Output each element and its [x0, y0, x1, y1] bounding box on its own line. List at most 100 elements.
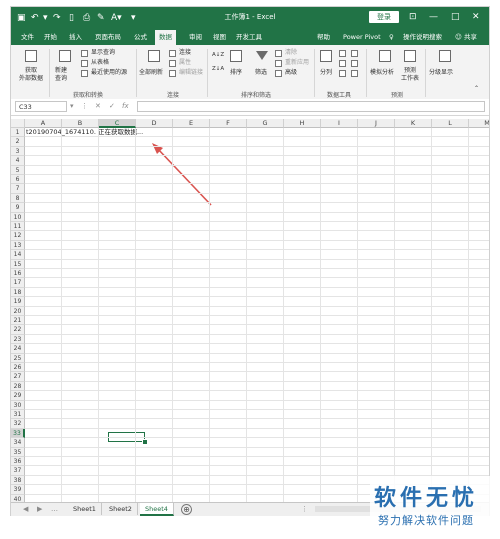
manage-data-model-icon[interactable] [351, 70, 358, 77]
column-header-g[interactable]: G [247, 119, 284, 128]
row-header-29[interactable]: 29 [11, 391, 25, 401]
column-header-k[interactable]: K [395, 119, 432, 128]
minimize-button[interactable]: — [429, 11, 438, 23]
tab-insert[interactable]: 插入 [69, 32, 82, 42]
outline-button[interactable]: 分级显示 [429, 69, 453, 77]
sort-descending-button[interactable]: Z↓A [212, 65, 224, 73]
consolidate-icon[interactable] [351, 50, 358, 57]
data-validation-icon[interactable] [339, 70, 346, 77]
row-header-35[interactable]: 35 [11, 447, 25, 457]
new-query-button[interactable]: 新建 查询 [55, 67, 67, 83]
tab-view[interactable]: 视图 [213, 32, 226, 42]
formula-input[interactable] [137, 101, 485, 112]
column-header-j[interactable]: J [358, 119, 395, 128]
recent-sources-button[interactable]: 最近使用的源 [91, 69, 127, 77]
column-header-m[interactable]: M [469, 119, 489, 128]
row-header-16[interactable]: 16 [11, 269, 25, 279]
column-header-f[interactable]: F [210, 119, 247, 128]
row-header-7[interactable]: 7 [11, 184, 25, 194]
refresh-all-button[interactable]: 全部刷新 [139, 69, 163, 77]
tab-home[interactable]: 开始 [44, 32, 57, 42]
row-header-8[interactable]: 8 [11, 193, 25, 204]
row-header-33[interactable]: 33 [11, 428, 25, 439]
properties-button[interactable]: 属性 [179, 59, 191, 67]
row-header-10[interactable]: 10 [11, 212, 25, 222]
filter-button[interactable]: 筛选 [255, 69, 267, 77]
row-header-18[interactable]: 18 [11, 287, 25, 298]
maximize-button[interactable]: □ [451, 11, 460, 23]
row-header-11[interactable]: 11 [11, 222, 25, 232]
insert-function-icon[interactable]: fx [122, 102, 129, 110]
sheet-tab-sheet1[interactable]: Sheet1 [68, 503, 102, 515]
row-header-27[interactable]: 27 [11, 372, 25, 382]
tab-formulas[interactable]: 公式 [134, 32, 147, 42]
column-header-d[interactable]: D [136, 119, 173, 128]
name-box[interactable]: C33 [15, 101, 67, 112]
column-header-e[interactable]: E [173, 119, 210, 128]
row-header-4[interactable]: 4 [11, 156, 25, 166]
remove-duplicates-icon[interactable] [339, 60, 346, 67]
row-header-30[interactable]: 30 [11, 400, 25, 410]
flash-fill-icon[interactable] [339, 50, 346, 57]
row-header-15[interactable]: 15 [11, 259, 25, 269]
column-header-l[interactable]: L [432, 119, 469, 128]
cancel-icon[interactable]: ✕ [95, 102, 101, 110]
row-header-40[interactable]: 40 [11, 494, 25, 502]
add-sheet-button[interactable]: ⊕ [181, 504, 192, 515]
row-header-19[interactable]: 19 [11, 297, 25, 307]
relationships-icon[interactable] [351, 60, 358, 67]
row-header-34[interactable]: 34 [11, 438, 25, 448]
tab-file[interactable]: 文件 [21, 32, 34, 42]
row-header-39[interactable]: 39 [11, 485, 25, 495]
row-header-22[interactable]: 22 [11, 325, 25, 335]
row-header-17[interactable]: 17 [11, 278, 25, 288]
tab-power-pivot[interactable]: Power Pivot [343, 32, 381, 42]
row-header-21[interactable]: 21 [11, 316, 25, 326]
row-header-13[interactable]: 13 [11, 240, 25, 251]
row-header-38[interactable]: 38 [11, 475, 25, 486]
sheet-tab-sheet4[interactable]: Sheet4 [140, 503, 174, 516]
column-header-a[interactable]: A [25, 119, 62, 128]
lightbulb-icon[interactable]: ♀ [389, 32, 394, 42]
tab-page-layout[interactable]: 页面布局 [95, 32, 121, 42]
row-header-23[interactable]: 23 [11, 334, 25, 345]
text-to-columns-button[interactable]: 分列 [320, 69, 332, 77]
connections-button[interactable]: 连接 [179, 49, 191, 57]
row-header-37[interactable]: 37 [11, 466, 25, 476]
sort-ascending-button[interactable]: A↓Z [212, 51, 224, 59]
row-header-28[interactable]: 28 [11, 381, 25, 392]
tab-review[interactable]: 审阅 [189, 32, 202, 42]
row-header-14[interactable]: 14 [11, 250, 25, 260]
column-header-h[interactable]: H [284, 119, 321, 128]
ribbon-display-options-icon[interactable]: ⊡ [409, 11, 417, 23]
row-header-24[interactable]: 24 [11, 344, 25, 354]
row-header-36[interactable]: 36 [11, 457, 25, 467]
tab-split-handle[interactable]: ⋮ [301, 505, 308, 513]
worksheet-grid[interactable]: t20190704_1674110. 正在获取数据... ABCDEFGHIJK… [11, 119, 489, 502]
collapse-ribbon-icon[interactable]: ⌃ [474, 85, 479, 93]
edit-links-button[interactable]: 编辑链接 [179, 69, 203, 77]
login-button[interactable]: 登录 [369, 11, 399, 23]
row-header-12[interactable]: 12 [11, 231, 25, 241]
more-sheets-icon[interactable]: … [51, 505, 58, 513]
row-header-2[interactable]: 2 [11, 137, 25, 147]
next-sheet-icon[interactable]: ▶ [37, 505, 42, 513]
prev-sheet-icon[interactable]: ◀ [23, 505, 28, 513]
row-header-25[interactable]: 25 [11, 353, 25, 363]
row-header-1[interactable]: 1 [11, 128, 25, 138]
clear-button[interactable]: 清除 [285, 49, 297, 57]
name-box-dropdown-icon[interactable]: ▾ [70, 102, 74, 110]
reapply-button[interactable]: 重新应用 [285, 59, 309, 67]
row-header-26[interactable]: 26 [11, 363, 25, 373]
row-header-3[interactable]: 3 [11, 146, 25, 157]
row-header-6[interactable]: 6 [11, 175, 25, 185]
column-header-c[interactable]: C [99, 119, 136, 128]
forecast-sheet-button[interactable]: 预测 工作表 [401, 67, 419, 83]
column-header-b[interactable]: B [62, 119, 99, 128]
enter-icon[interactable]: ✓ [109, 102, 115, 110]
show-queries-button[interactable]: 显示查询 [91, 49, 115, 57]
row-header-5[interactable]: 5 [11, 165, 25, 175]
column-header-i[interactable]: I [321, 119, 358, 128]
row-header-9[interactable]: 9 [11, 203, 25, 213]
tab-help[interactable]: 帮助 [317, 32, 330, 42]
